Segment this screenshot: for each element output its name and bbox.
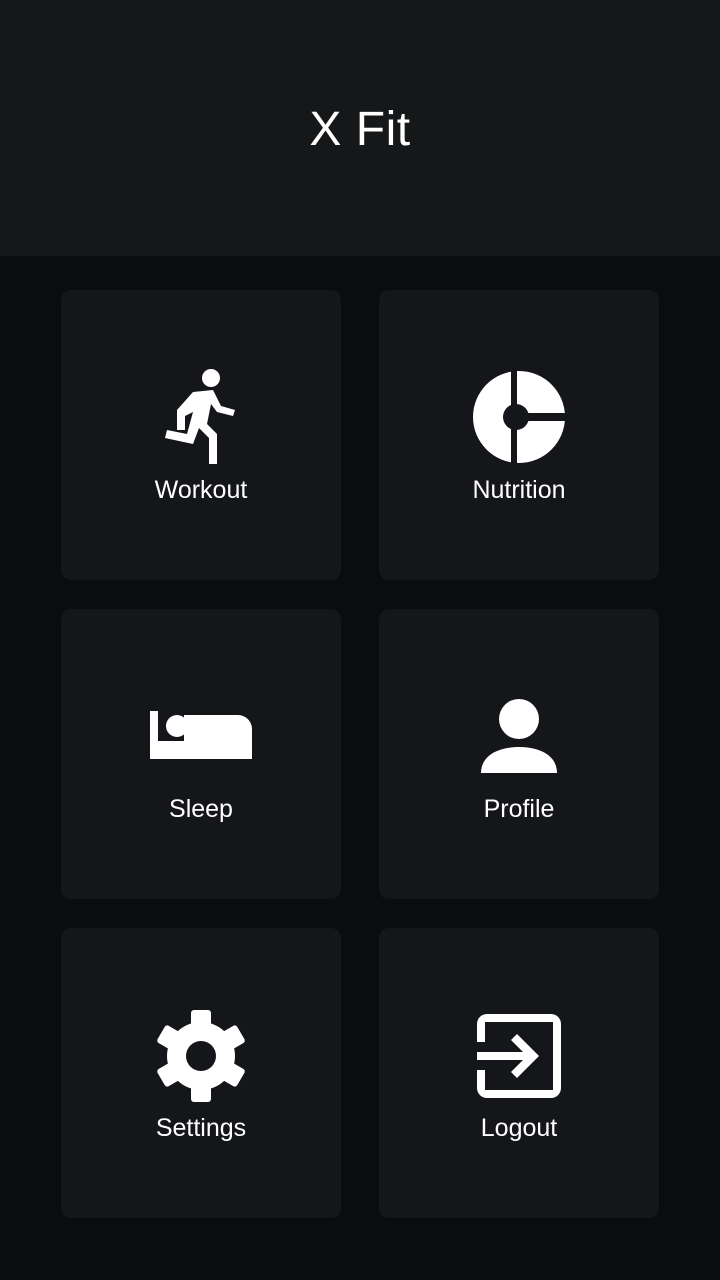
profile-label: Profile xyxy=(483,795,555,823)
settings-tile[interactable]: Settings xyxy=(61,928,341,1218)
sleep-label: Sleep xyxy=(169,795,233,823)
logout-label: Logout xyxy=(480,1114,558,1142)
person-icon xyxy=(481,699,557,773)
workout-tile[interactable]: Workout xyxy=(61,290,341,580)
bed-icon xyxy=(150,711,252,759)
profile-tile[interactable]: Profile xyxy=(379,609,659,899)
running-person-icon xyxy=(165,369,235,464)
sleep-tile[interactable]: Sleep xyxy=(61,609,341,899)
logout-icon xyxy=(477,1014,561,1098)
menu-grid: Workout Nutrition Sleep Profile Settings… xyxy=(61,290,659,1218)
logout-tile[interactable]: Logout xyxy=(379,928,659,1218)
nutrition-tile[interactable]: Nutrition xyxy=(379,290,659,580)
nutrition-plate-icon xyxy=(473,370,566,464)
settings-label: Settings xyxy=(155,1114,247,1142)
nutrition-label: Nutrition xyxy=(472,476,566,504)
app-title: X Fit xyxy=(309,102,411,156)
workout-label: Workout xyxy=(154,476,248,504)
gear-icon xyxy=(157,1010,245,1102)
app-header: X Fit xyxy=(0,0,720,256)
